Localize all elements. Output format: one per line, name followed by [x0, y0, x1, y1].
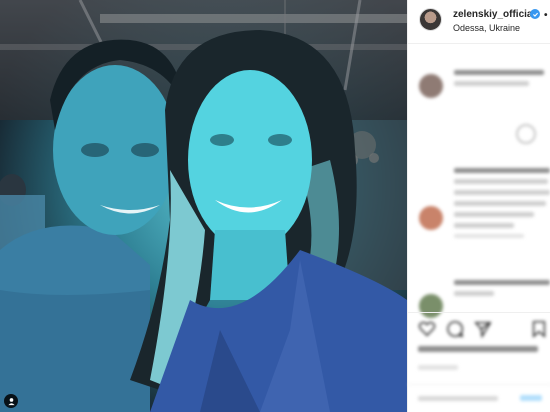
likes-count[interactable]	[418, 346, 548, 354]
location-link[interactable]: Odessa, Ukraine	[453, 23, 520, 33]
comment-icon[interactable]	[446, 320, 464, 338]
loading-spinner-icon	[516, 124, 536, 144]
heart-icon[interactable]	[418, 320, 436, 338]
post-timestamp	[418, 365, 458, 370]
post-side-panel: zelenskiy_official • Odessa, Ukraine	[407, 0, 550, 412]
bookmark-icon[interactable]	[530, 320, 548, 338]
username-link[interactable]: zelenskiy_official	[453, 9, 535, 20]
more-options-dot[interactable]: •	[544, 10, 548, 21]
commenter-avatar[interactable]	[419, 206, 443, 230]
add-comment-bar	[408, 384, 550, 412]
photo-image	[0, 0, 407, 412]
user-tag-icon[interactable]	[4, 394, 18, 408]
add-comment-input[interactable]	[418, 396, 498, 401]
actions-divider	[408, 312, 550, 313]
post-photo[interactable]	[0, 0, 407, 412]
profile-avatar[interactable]	[419, 8, 442, 31]
commenter-avatar[interactable]	[419, 74, 443, 98]
post-comment-button[interactable]	[520, 395, 542, 401]
post-actions	[418, 320, 548, 340]
share-icon[interactable]	[474, 320, 492, 339]
commenter-avatar[interactable]	[419, 294, 443, 318]
post-header: zelenskiy_official • Odessa, Ukraine	[408, 0, 550, 44]
verified-badge-icon	[530, 9, 540, 19]
